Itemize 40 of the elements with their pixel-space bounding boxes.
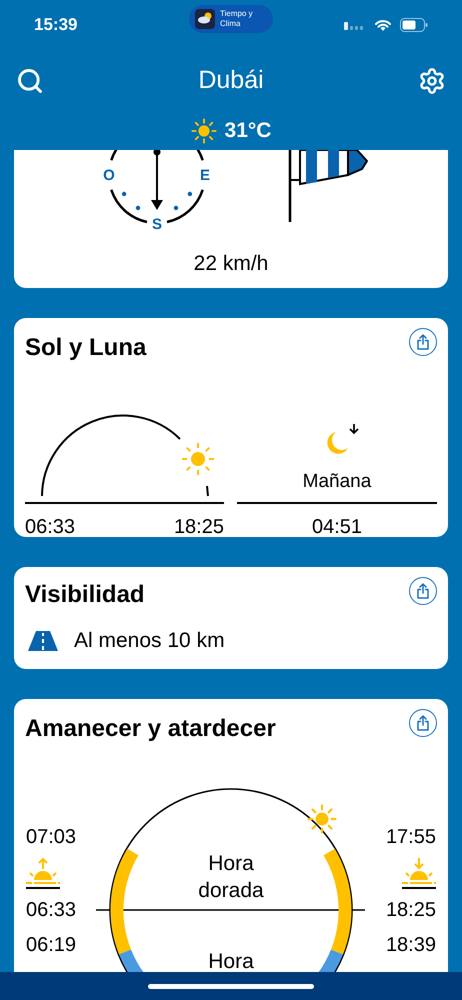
- share-icon: [416, 583, 430, 599]
- time-label: 18:25: [386, 898, 436, 922]
- time-label: 06:33: [26, 898, 76, 922]
- time-label: 17:55: [386, 825, 436, 849]
- twilight-hour-label: Hora: [207, 949, 255, 972]
- card-title: Amanecer y atardecer: [25, 714, 276, 744]
- city-title: Dubái: [198, 65, 264, 96]
- compass-needle: [151, 150, 163, 210]
- moonrise-time: 04:51: [312, 515, 362, 540]
- card-title: Visibilidad: [25, 580, 145, 610]
- share-icon: [416, 715, 430, 731]
- sunset-icon: [400, 857, 438, 891]
- current-temperature: 31°C: [224, 118, 272, 144]
- compass-letter: S: [152, 216, 162, 233]
- share-button[interactable]: [409, 328, 437, 356]
- golden-hour-label: Hora dorada: [197, 851, 265, 904]
- sun-position-icon: [307, 804, 337, 834]
- time-label: 07:03: [26, 825, 76, 849]
- sunrise-icon: [24, 857, 62, 891]
- share-icon: [416, 334, 430, 350]
- road-icon: [28, 630, 58, 651]
- wifi-icon: [374, 18, 392, 32]
- signal-icon: [344, 20, 366, 30]
- time-label: 18:39: [386, 933, 436, 957]
- home-indicator[interactable]: [148, 984, 314, 988]
- share-button[interactable]: [409, 577, 437, 605]
- moon-day-label: Mañana: [302, 470, 372, 494]
- app-badge: Tiempo y Clima: [189, 5, 273, 33]
- compass-letter: E: [200, 167, 210, 184]
- compass-letter: O: [103, 167, 115, 184]
- wind-speed: 22 km/h: [192, 251, 270, 277]
- sunset-time: 18:25: [174, 515, 224, 540]
- card-title: Sol y Luna: [25, 333, 146, 363]
- visibility-value: Al menos 10 km: [74, 628, 225, 654]
- battery-icon: [400, 18, 428, 32]
- sunrise-time: 06:33: [25, 515, 76, 540]
- time-label: 06:19: [26, 933, 76, 957]
- share-button[interactable]: [409, 709, 437, 737]
- weather-sun-icon: [190, 118, 217, 144]
- status-time: 15:39: [34, 14, 78, 36]
